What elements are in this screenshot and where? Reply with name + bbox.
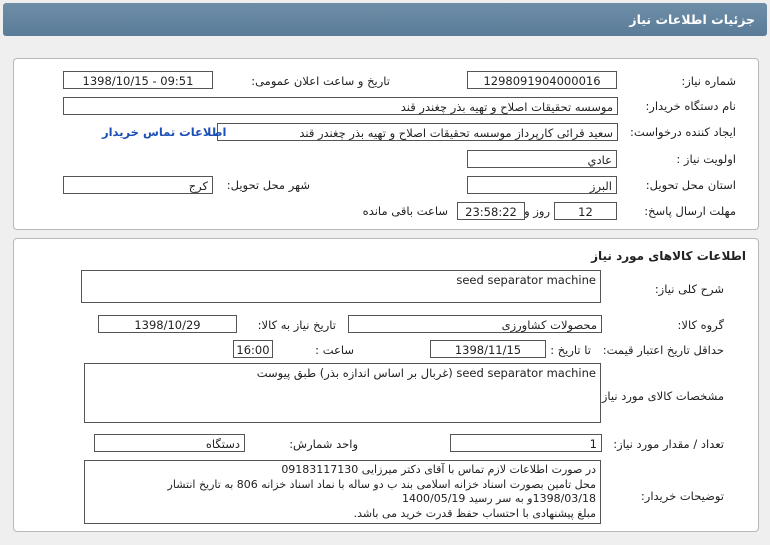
- general-desc-value: seed separator machine: [456, 273, 596, 287]
- notes-line-2: محل تامین بصورت اسناد خزانه اسلامی بند ب…: [167, 477, 596, 491]
- general-desc-field: seed separator machine: [81, 270, 601, 303]
- need-number-label: شماره نیاز:: [681, 74, 736, 88]
- quantity-field: 1: [450, 434, 602, 452]
- general-desc-label: شرح کلی نیاز:: [654, 282, 724, 296]
- goods-group-field: محصولات کشاورزی: [348, 315, 602, 333]
- need-number-field: 1298091904000016: [467, 71, 617, 89]
- need-date-label: تاریخ نیاز به کالا:: [257, 318, 336, 332]
- buyer-notes-field: در صورت اطلاعات لازم تماس با آقای دکتر م…: [84, 460, 601, 524]
- buyer-notes-label: توضیحات خریدار:: [640, 489, 724, 503]
- need-date-field: 1398/10/29: [98, 315, 237, 333]
- validity-time-field: 16:00: [233, 340, 273, 358]
- deadline-days-field: 12: [554, 202, 617, 220]
- priority-label: اولویت نیاز :: [676, 152, 736, 166]
- announce-label: تاریخ و ساعت اعلان عمومی:: [251, 74, 390, 88]
- creator-field: سعید قرائی کارپرداز موسسه تحقیقات اصلاح …: [217, 123, 618, 141]
- remaining-word: ساعت باقی مانده: [362, 204, 448, 218]
- goods-group-label: گروه کالا:: [677, 318, 724, 332]
- announce-field: 1398/10/15 - 09:51: [63, 71, 213, 89]
- city-label: شهر محل تحویل:: [226, 178, 310, 192]
- need-info-panel: شماره نیاز: 1298091904000016 تاریخ و ساع…: [13, 58, 759, 230]
- notes-line-4: مبلغ پیشنهادی با احتساب حفظ قدرت خرید می…: [353, 506, 596, 520]
- creator-label: ایجاد کننده درخواست:: [630, 125, 736, 139]
- unit-label: واحد شمارش:: [289, 437, 358, 451]
- page-header: جزئيات اطلاعات نياز: [3, 3, 767, 36]
- spec-value: seed separator machine (غربال بر اساس ان…: [256, 366, 596, 380]
- spec-field: seed separator machine (غربال بر اساس ان…: [84, 363, 601, 423]
- city-field: کرج: [63, 176, 213, 194]
- buyer-contact-link[interactable]: اطلاعات تماس خریدار: [102, 125, 226, 139]
- goods-info-panel: اطلاعات کالاهای مورد نیاز شرح کلی نیاز: …: [13, 238, 759, 532]
- validity-date-field: 1398/11/15: [430, 340, 546, 358]
- unit-field: دستگاه: [94, 434, 245, 452]
- until-date-label: تا تاریخ :: [550, 343, 591, 357]
- validity-time-label: ساعت :: [315, 343, 354, 357]
- spec-label: مشخصات کالای مورد نیاز:: [597, 389, 724, 403]
- goods-section-title: اطلاعات کالاهای مورد نیاز: [591, 249, 746, 263]
- page-title: جزئيات اطلاعات نياز: [629, 12, 755, 27]
- deadline-label: مهلت ارسال پاسخ:: [644, 204, 736, 218]
- buyer-field: موسسه تحقیقات اصلاح و تهیه بذر چغندر قند: [63, 97, 618, 115]
- notes-line-3: 1398/03/18و به سر رسید 1400/05/19: [402, 492, 596, 505]
- buyer-label: نام دستگاه خریدار:: [645, 99, 736, 113]
- quantity-label: تعداد / مقدار مورد نیاز:: [613, 437, 724, 451]
- notes-line-1: در صورت اطلاعات لازم تماس با آقای دکتر م…: [281, 463, 596, 476]
- deadline-time-field: 23:58:22: [457, 202, 525, 220]
- validity-label: حداقل تاریخ اعتبار قیمت:: [602, 343, 724, 357]
- day-word: روز و: [524, 204, 550, 218]
- priority-field: عادي: [467, 150, 617, 168]
- province-field: البرز: [467, 176, 617, 194]
- province-label: استان محل تحویل:: [645, 178, 736, 192]
